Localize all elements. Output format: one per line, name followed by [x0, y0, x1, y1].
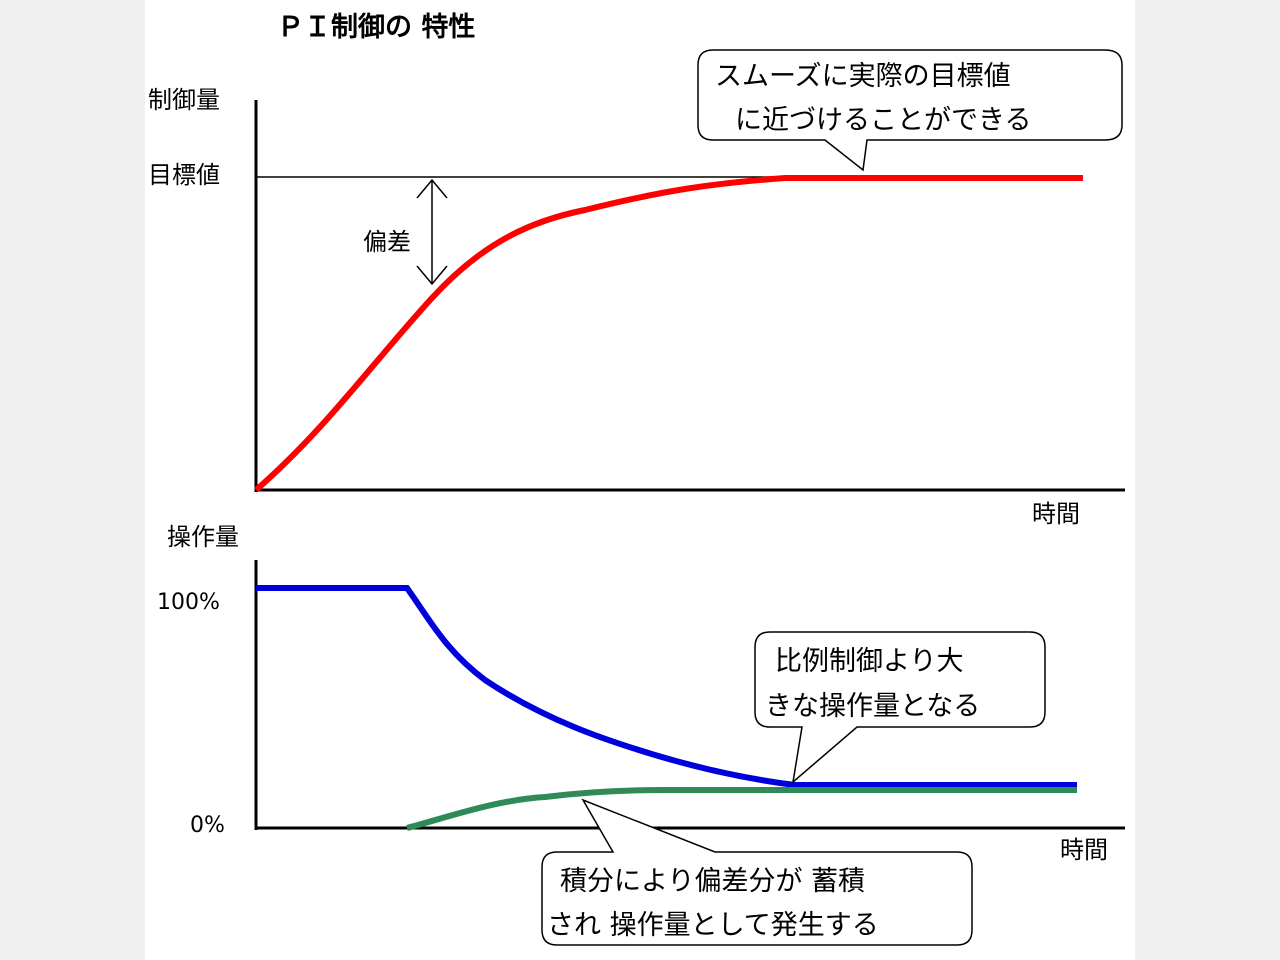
- deviation-arrow: [416, 178, 448, 286]
- top-x-axis-label: 時間: [1032, 500, 1080, 528]
- pi-control-diagram: ＰＩ制御の 特性 制御量 目標値 時間 偏差 スムーズに実際の目標値 に近づける…: [148, 12, 1125, 946]
- right-callout-line2: きな操作量となる: [765, 691, 980, 722]
- setpoint-label: 目標値: [148, 161, 220, 189]
- integral-component-curve: [406, 787, 1077, 831]
- top-callout-line2: に近づけることができる: [735, 105, 1031, 136]
- diagram-canvas: ＰＩ制御の 特性 制御量 目標値 時間 偏差 スムーズに実際の目標値 に近づける…: [145, 0, 1135, 960]
- tick-0-percent: 0%: [190, 813, 225, 838]
- top-y-axis-label: 制御量: [148, 86, 220, 114]
- top-callout-line1: スムーズに実際の目標値: [715, 61, 1011, 92]
- tick-100-percent: 100%: [157, 590, 220, 615]
- bottom-x-axis-label: 時間: [1060, 836, 1108, 864]
- bottom-callout-line2: され 操作量として発生する: [547, 910, 879, 941]
- deviation-label: 偏差: [363, 228, 411, 256]
- diagram-title: ＰＩ制御の 特性: [277, 12, 475, 43]
- bottom-callout-line1: 積分により偏差分が 蓄積: [560, 866, 865, 897]
- right-callout-line1: 比例制御より大: [775, 646, 963, 677]
- bottom-y-axis-label: 操作量: [167, 523, 239, 551]
- controlled-variable-curve: [254, 175, 1083, 493]
